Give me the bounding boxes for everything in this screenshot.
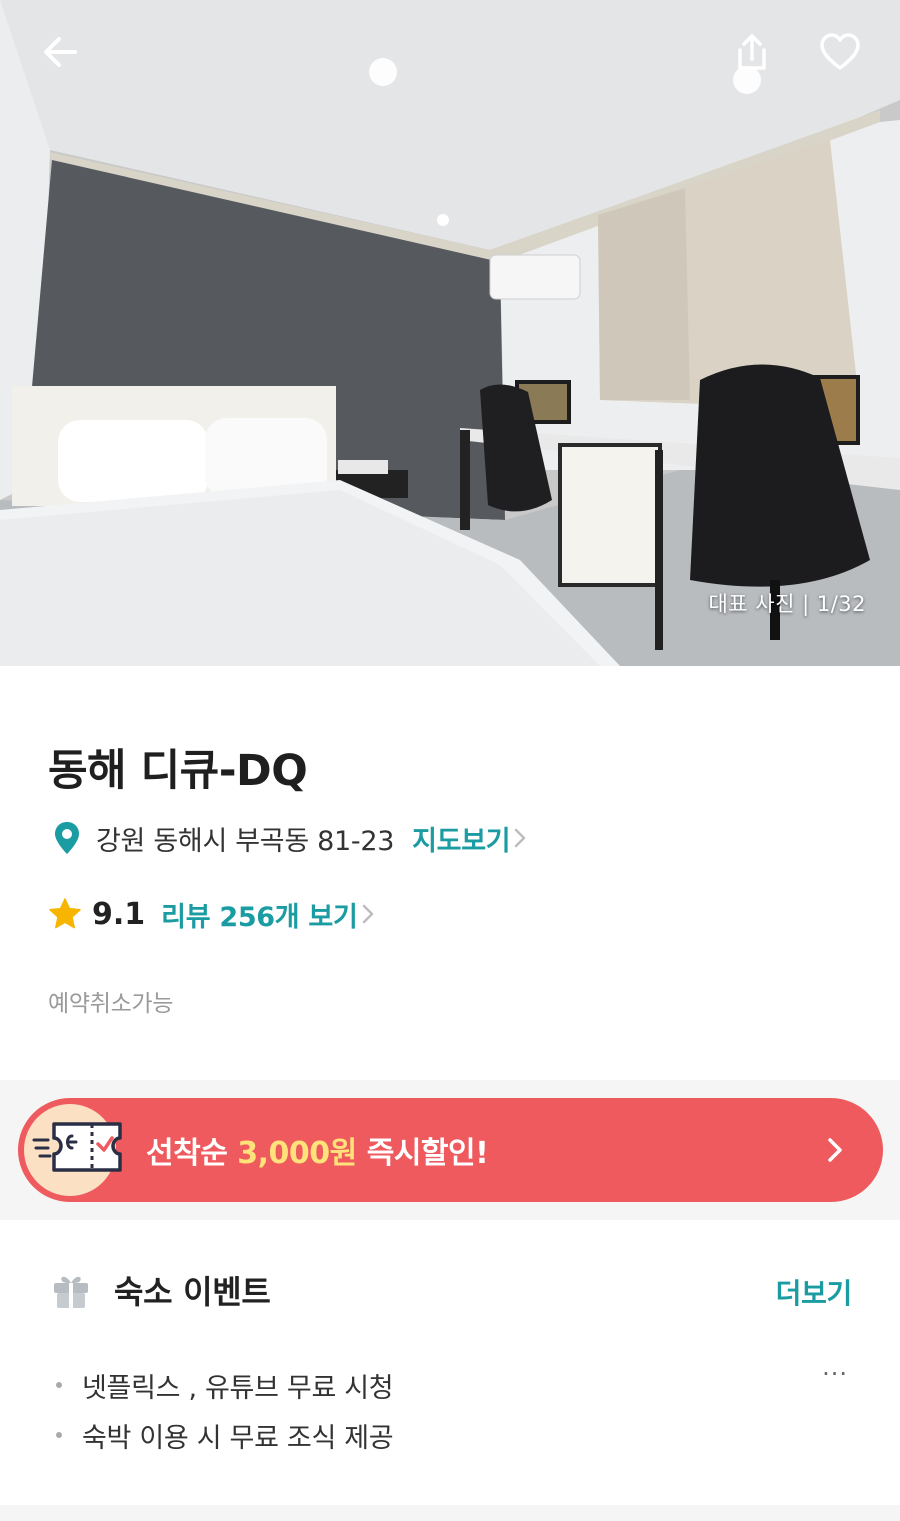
- address-row: 강원 동해시 부곡동 81-23 지도보기: [52, 818, 530, 858]
- event-list: 넷플릭스 , 유튜브 무료 시청 숙박 이용 시 무료 조식 제공: [56, 1360, 394, 1460]
- back-button[interactable]: [30, 22, 90, 82]
- coupon-ticket-icon: [32, 1122, 122, 1172]
- page-title: 동해 디큐-DQ: [48, 746, 308, 796]
- room-photo: [0, 0, 900, 666]
- review-link-label: 리뷰 256개 보기: [161, 901, 358, 933]
- star-icon: [49, 898, 81, 929]
- promo-section: 선착순 3,000원 즉시할인!: [0, 1080, 900, 1220]
- discount-banner[interactable]: 선착순 3,000원 즉시할인!: [18, 1098, 883, 1202]
- accommodation-info: 동해 디큐-DQ 강원 동해시 부곡동 81-23 지도보기 9.1 리뷰 25…: [0, 666, 900, 1080]
- events-header: 숙소 이벤트: [50, 1268, 271, 1312]
- map-link-label: 지도보기: [412, 825, 511, 857]
- heart-outline-icon: [820, 33, 860, 70]
- hero-photo[interactable]: 대표 사진 | 1/32: [0, 0, 900, 666]
- rating-value: 9.1: [92, 896, 146, 932]
- share-button[interactable]: [722, 22, 782, 82]
- share-icon: [738, 34, 766, 70]
- gift-icon: [54, 1276, 88, 1308]
- chevron-right-icon: [515, 828, 526, 848]
- arrow-left-icon: [44, 37, 77, 67]
- banner-suffix: 즉시할인!: [366, 1136, 489, 1171]
- bottom-divider: [0, 1505, 900, 1521]
- more-options-icon[interactable]: ···: [822, 1360, 848, 1388]
- rating-row: 9.1 리뷰 256개 보기: [48, 894, 378, 934]
- location-pin-icon: [55, 822, 79, 854]
- photo-counter: 대표 사진 | 1/32: [708, 592, 866, 616]
- events-title: 숙소 이벤트: [114, 1273, 271, 1311]
- event-text: 넷플릭스 , 유튜브 무료 시청: [82, 1372, 394, 1404]
- banner-prefix: 선착순: [146, 1136, 228, 1171]
- cancel-policy-text: 예약취소가능: [48, 991, 174, 1017]
- chevron-right-icon: [828, 1138, 842, 1162]
- more-button[interactable]: 더보기: [776, 1272, 853, 1312]
- favorite-button[interactable]: [810, 22, 870, 82]
- address-text: 강원 동해시 부곡동 81-23: [96, 825, 395, 857]
- banner-text: 선착순 3,000원 즉시할인!: [146, 1128, 489, 1172]
- review-link[interactable]: 리뷰 256개 보기: [161, 895, 377, 934]
- bullet-dot: [56, 1382, 62, 1388]
- event-text: 숙박 이용 시 무료 조식 제공: [82, 1422, 394, 1454]
- events-section: 숙소 이벤트 더보기 넷플릭스 , 유튜브 무료 시청 숙박 이용 시 무료 조…: [0, 1220, 900, 1505]
- chevron-right-icon: [362, 904, 373, 924]
- list-item: 숙박 이용 시 무료 조식 제공: [56, 1410, 394, 1460]
- banner-amount: 3,000원: [237, 1136, 357, 1171]
- list-item: 넷플릭스 , 유튜브 무료 시청: [56, 1360, 394, 1410]
- bullet-dot: [56, 1432, 62, 1438]
- map-link[interactable]: 지도보기: [412, 819, 530, 858]
